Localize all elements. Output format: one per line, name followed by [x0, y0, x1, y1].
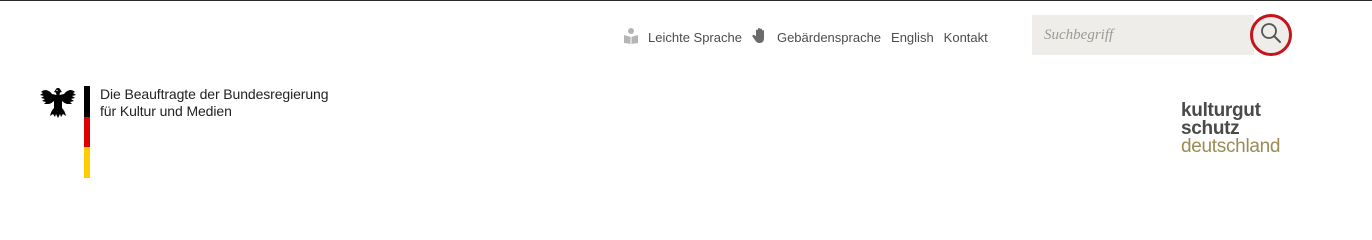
nav-english[interactable]: English: [891, 30, 934, 45]
nav-leichte-sprache-label: Leichte Sprache: [648, 29, 742, 45]
kulturgutschutz-logo[interactable]: kulturgut schutz deutschland: [1181, 101, 1281, 157]
bkm-logo-line2: für Kultur und Medien: [100, 103, 232, 119]
service-navigation: Leichte Sprache Gebärdensprache English …: [622, 27, 988, 47]
nav-gebaerdensprache-label: Gebärdensprache: [776, 29, 882, 45]
flag-red: [84, 116, 90, 148]
german-flag-bar: [84, 86, 90, 178]
search-box: [1032, 15, 1254, 55]
nav-kontakt[interactable]: Kontakt: [944, 30, 988, 45]
flag-black: [84, 86, 90, 117]
search-button[interactable]: [1250, 14, 1292, 56]
bkm-logo-text[interactable]: Die Beauftragte der Bundesregierung für …: [100, 86, 329, 120]
easy-language-book-icon: [622, 27, 640, 48]
bkm-logo-line1: Die Beauftragte der Bundesregierung: [100, 86, 329, 102]
nav-kontakt-label: Kontakt: [943, 29, 988, 45]
hand-sign-icon: [751, 27, 769, 48]
top-border: [0, 0, 1372, 1]
kgs-logo-line3: deutschland: [1181, 136, 1281, 157]
search-input[interactable]: [1032, 15, 1242, 55]
flag-gold: [84, 147, 90, 178]
federal-eagle-icon: [40, 86, 76, 120]
magnifier-icon: [1260, 22, 1282, 49]
nav-english-label: English: [891, 29, 934, 45]
nav-gebaerdensprache[interactable]: Gebärdensprache: [751, 27, 881, 48]
nav-leichte-sprache[interactable]: Leichte Sprache: [622, 27, 742, 48]
